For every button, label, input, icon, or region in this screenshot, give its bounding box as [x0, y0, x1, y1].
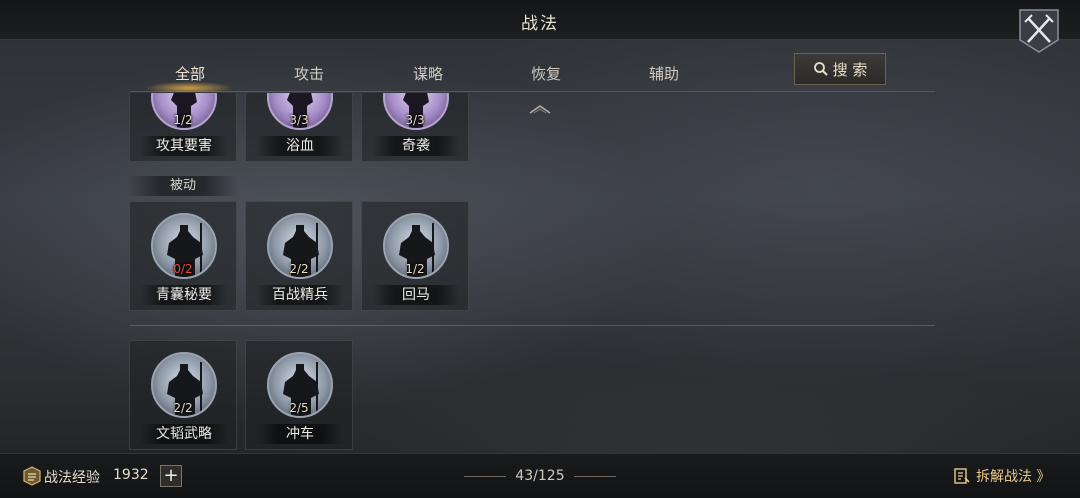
tab-attack[interactable]: 攻击	[259, 63, 359, 84]
dismantle-label: 拆解战法 》	[976, 469, 1051, 485]
tactic-name: 攻其要害	[140, 136, 228, 156]
tab-strategy[interactable]: 谋略	[378, 63, 478, 84]
tactic-card[interactable]: 1/2 回马	[361, 201, 469, 311]
page-title: 战法	[521, 14, 559, 34]
tactic-count: 1/2	[405, 262, 425, 276]
tactic-card[interactable]: 1/2 攻其要害	[129, 93, 237, 162]
dismantle-list-icon	[954, 468, 970, 484]
tactic-name: 浴血	[256, 136, 344, 156]
dismantle-tactics-button[interactable]: 拆解战法 》	[953, 464, 1050, 488]
tactic-card[interactable]: 3/3 浴血	[245, 93, 353, 162]
tactic-name: 文韬武略	[140, 424, 228, 444]
tactic-count: 1/2	[173, 113, 193, 127]
page-count: 43/125	[515, 468, 565, 484]
tactic-name: 青囊秘要	[140, 285, 228, 305]
tactic-count: 0/2	[173, 262, 193, 276]
section-label-passive: 被动	[128, 176, 238, 196]
tactic-card[interactable]: 2/2 文韬武略	[129, 340, 237, 450]
search-label: 搜 索	[832, 60, 868, 79]
section-divider	[130, 325, 935, 326]
tactic-name: 冲车	[256, 424, 344, 444]
tab-recovery[interactable]: 恢复	[496, 63, 596, 84]
tactic-card[interactable]: 2/2 百战精兵	[245, 201, 353, 311]
tactic-name: 百战精兵	[256, 285, 344, 305]
tactic-card[interactable]: 2/5 冲车	[245, 340, 353, 450]
crossed-swords-icon[interactable]	[1016, 6, 1062, 56]
top-bar: 战法	[0, 0, 1080, 40]
tactics-grid: 1/2 攻其要害 3/3 浴血 3/3 奇袭 被动 0/2 青囊秘要 2/2 百…	[128, 93, 938, 453]
tactic-count: 2/2	[173, 401, 193, 415]
tactic-count: 2/2	[289, 262, 309, 276]
tactic-name: 回马	[372, 285, 460, 305]
page-count-line-right	[574, 476, 616, 477]
tab-all[interactable]: 全部	[140, 63, 240, 84]
bottom-bar: 战法经验 1932 + 43/125 拆解战法 》	[0, 453, 1080, 498]
search-icon	[813, 62, 828, 76]
search-button[interactable]: 搜 索	[794, 53, 886, 85]
tactic-name: 奇袭	[372, 136, 460, 156]
tactic-card[interactable]: 3/3 奇袭	[361, 93, 469, 162]
category-tabs: 全部 攻击 谋略 恢复 辅助 搜 索	[130, 52, 935, 92]
tactic-card[interactable]: 0/2 青囊秘要	[129, 201, 237, 311]
tactic-count: 2/5	[289, 401, 309, 415]
tab-support[interactable]: 辅助	[614, 63, 714, 84]
tactic-count: 3/3	[405, 113, 425, 127]
tactic-count: 3/3	[289, 113, 309, 127]
